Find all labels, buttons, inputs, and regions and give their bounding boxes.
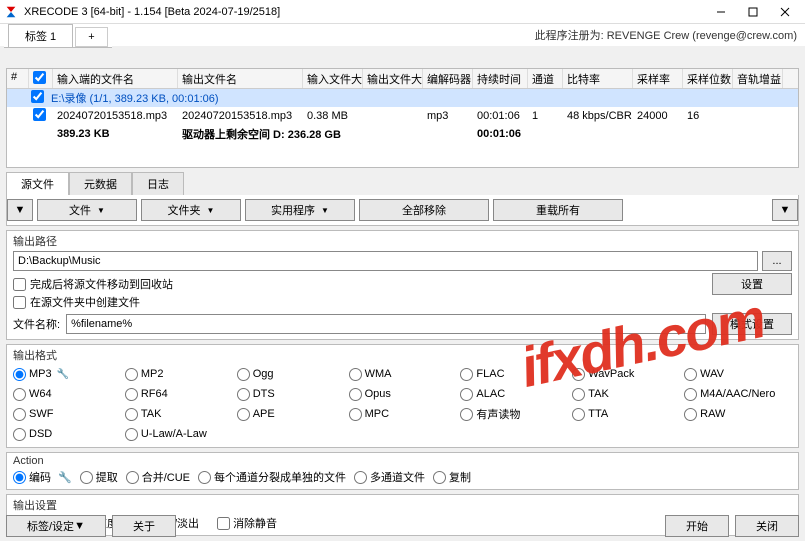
app-logo-icon bbox=[4, 5, 18, 19]
summary-row: 389.23 KB 驱动器上剩余空间 D: 236.28 GB 00:01:06 bbox=[7, 125, 798, 143]
wrench-icon[interactable]: 🔧 bbox=[57, 369, 69, 380]
format-raw[interactable]: RAW bbox=[684, 405, 792, 423]
action-4[interactable]: 多通道文件 bbox=[354, 469, 425, 485]
select-all-checkbox[interactable] bbox=[33, 71, 46, 84]
grid-header: # 输入端的文件名 输出文件名 输入文件大小 输出文件大小 编解码器 持续时间 … bbox=[7, 69, 798, 89]
format-mp3[interactable]: MP3🔧 bbox=[13, 365, 121, 383]
close-button[interactable] bbox=[769, 1, 801, 23]
pattern-button[interactable]: 模式设置 bbox=[712, 313, 792, 335]
outset-label: 输出设置 bbox=[13, 497, 792, 513]
format-rf64[interactable]: RF64 bbox=[125, 385, 233, 403]
registration-text: 此程序注册为: REVENGE Crew (revenge@crew.com) bbox=[535, 27, 797, 43]
group-row[interactable]: E:\录像 (1/1, 389.23 KB, 00:01:06) bbox=[7, 89, 798, 107]
removeall-button[interactable]: 全部移除 bbox=[359, 199, 489, 221]
tab-source[interactable]: 源文件 bbox=[6, 172, 69, 195]
file-grid[interactable]: E:\录像 (1/1, 389.23 KB, 00:01:06) 2024072… bbox=[7, 89, 798, 167]
browse-button[interactable]: ... bbox=[762, 251, 792, 271]
output-path-label: 输出路径 bbox=[13, 233, 792, 249]
toolbar-dropdown-right[interactable]: ▼ bbox=[772, 199, 798, 221]
group-checkbox[interactable] bbox=[31, 90, 44, 103]
action-2[interactable]: 合并/CUE bbox=[126, 469, 190, 485]
file-button[interactable]: 文件 bbox=[37, 199, 137, 221]
format-tak[interactable]: TAK bbox=[572, 385, 680, 403]
start-button[interactable]: 开始 bbox=[665, 515, 729, 537]
move-recycle-checkbox[interactable] bbox=[13, 278, 26, 291]
action-5[interactable]: 复制 bbox=[433, 469, 471, 485]
format-swf[interactable]: SWF bbox=[13, 405, 121, 423]
wrench-icon[interactable]: 🔧 bbox=[58, 471, 72, 484]
window-title: XRECODE 3 [64-bit] - 1.154 [Beta 2024-07… bbox=[24, 6, 705, 18]
row-checkbox[interactable] bbox=[33, 108, 46, 121]
format-wma[interactable]: WMA bbox=[349, 365, 457, 383]
format-ape[interactable]: APE bbox=[237, 405, 345, 423]
tab-log[interactable]: 日志 bbox=[132, 172, 184, 195]
tab-metadata[interactable]: 元数据 bbox=[69, 172, 132, 195]
format-tak[interactable]: TAK bbox=[125, 405, 233, 423]
action-0[interactable]: 编码🔧 bbox=[13, 469, 72, 485]
output-path-input[interactable] bbox=[13, 251, 758, 271]
util-button[interactable]: 实用程序 bbox=[245, 199, 355, 221]
action-label: Action bbox=[13, 455, 792, 467]
tab-1[interactable]: 标签 1 bbox=[8, 24, 73, 47]
format-ogg[interactable]: Ogg bbox=[237, 365, 345, 383]
folder-button[interactable]: 文件夹 bbox=[141, 199, 241, 221]
format-opus[interactable]: Opus bbox=[349, 385, 457, 403]
action-3[interactable]: 每个通道分裂成单独的文件 bbox=[198, 469, 346, 485]
tab-add[interactable]: + bbox=[75, 27, 107, 47]
tags-button[interactable]: 标签/设定 ▼ bbox=[6, 515, 106, 537]
minimize-button[interactable] bbox=[705, 1, 737, 23]
format-tta[interactable]: TTA bbox=[572, 405, 680, 423]
format-m4aaacnero[interactable]: M4A/AAC/Nero bbox=[684, 385, 792, 403]
format-wav[interactable]: WAV bbox=[684, 365, 792, 383]
about-button[interactable]: 关于 bbox=[112, 515, 176, 537]
maximize-button[interactable] bbox=[737, 1, 769, 23]
filename-label: 文件名称: bbox=[13, 316, 60, 332]
format-label: 输出格式 bbox=[13, 347, 792, 363]
format-[interactable]: 有声读物 bbox=[460, 405, 568, 423]
format-wavpack[interactable]: WavPack bbox=[572, 365, 680, 383]
format-ulawalaw[interactable]: U-Law/A-Law bbox=[125, 425, 233, 443]
format-mpc[interactable]: MPC bbox=[349, 405, 457, 423]
create-in-src-checkbox[interactable] bbox=[13, 296, 26, 309]
format-flac[interactable]: FLAC bbox=[460, 365, 568, 383]
format-dsd[interactable]: DSD bbox=[13, 425, 121, 443]
format-alac[interactable]: ALAC bbox=[460, 385, 568, 403]
filename-input[interactable] bbox=[66, 314, 706, 334]
toolbar-dropdown-left[interactable]: ▼ bbox=[7, 199, 33, 221]
action-1[interactable]: 提取 bbox=[80, 469, 118, 485]
settings-button[interactable]: 设置 bbox=[712, 273, 792, 295]
close-app-button[interactable]: 关闭 bbox=[735, 515, 799, 537]
format-w64[interactable]: W64 bbox=[13, 385, 121, 403]
file-row[interactable]: 20240720153518.mp3 20240720153518.mp3 0.… bbox=[7, 107, 798, 125]
format-mp2[interactable]: MP2 bbox=[125, 365, 233, 383]
format-dts[interactable]: DTS bbox=[237, 385, 345, 403]
resetall-button[interactable]: 重载所有 bbox=[493, 199, 623, 221]
